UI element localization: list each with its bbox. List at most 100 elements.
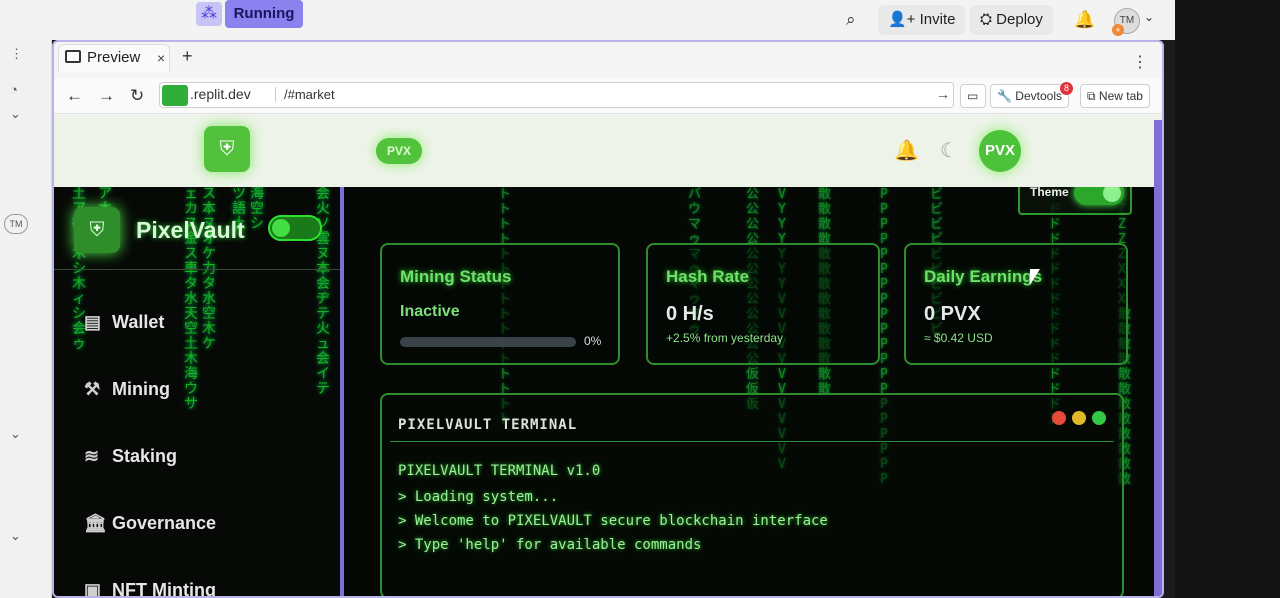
devtools-count-badge: 8 (1060, 82, 1073, 95)
sidebar-item-label: Wallet (112, 312, 165, 332)
terminal-panel[interactable]: PIXELVAULT TERMINAL PIXELVAULT TERMINAL … (380, 393, 1124, 596)
back-icon[interactable]: ← (66, 86, 83, 106)
matrix-rain: 海空シ (250, 187, 264, 232)
terminal-line: > Loading system... (398, 489, 559, 505)
url-path[interactable]: /#market (275, 87, 335, 102)
app-header: ⛨ PVX 🔔 ☾ PVX (54, 115, 1162, 187)
hash-rate-change: +2.5% from yesterday (666, 331, 784, 345)
hammer-icon: ⚒ (84, 379, 101, 399)
deploy-icon: ⛭ (980, 11, 997, 28)
forward-icon[interactable]: → (98, 86, 115, 106)
monitor-icon (65, 50, 81, 63)
tab-preview-label: Preview (87, 49, 141, 66)
tab-preview[interactable]: Preview × (58, 44, 170, 72)
monitor-bezel (1175, 0, 1280, 598)
sidebar-item-mining[interactable]: ⚒ Mining (84, 372, 324, 406)
sidebar-item-staking[interactable]: ≋ Staking (84, 439, 324, 473)
progress-percent: 0% (584, 334, 602, 348)
go-icon[interactable]: → (936, 86, 950, 102)
sidebar-item-nft-minting[interactable]: ▣ NFT Minting (84, 573, 324, 598)
card-title: Daily Earnings (924, 267, 1043, 286)
brand-name: PixelVault (136, 217, 245, 243)
url-host: .replit.dev (190, 86, 251, 102)
chevron-down-icon[interactable]: ⌄ (10, 426, 21, 442)
divider (54, 269, 340, 270)
devtools-button[interactable]: 🔧 Devtools (990, 84, 1069, 108)
app-body: 土ア社ト木シ木ィシ会ゥ ア木ア ェカス金ス車タ水天空土木海ウサ ス本ヌオケ力タ水… (54, 187, 1162, 598)
theme-toggle[interactable] (1074, 187, 1124, 205)
avatar-badge: + (1112, 24, 1124, 36)
new-tab-button[interactable]: ⧉ New tab (1080, 84, 1150, 108)
mining-status-card: Mining Status Inactive 0% (380, 243, 620, 365)
wallet-icon: ▤ (84, 312, 102, 332)
sidebar-item-label: Governance (112, 513, 217, 533)
host-chip (162, 85, 188, 106)
reload-icon[interactable]: ↻ (130, 86, 144, 106)
invite-label: Invite (919, 11, 956, 28)
deploy-button[interactable]: ⛭ Deploy (970, 5, 1053, 35)
minimize-dot-icon[interactable] (1072, 411, 1086, 425)
main-content: トトトトトトトトトトトトトトトト バウマゥマゥマゥマゥ 公公公公公公公公公公公公… (348, 187, 1162, 596)
more-icon[interactable]: ⋮ (1132, 52, 1148, 72)
moon-icon[interactable]: ☾ (940, 138, 958, 163)
earnings-value: 0 PVX (924, 303, 981, 325)
daily-earnings-card: Daily Earnings 0 PVX ≈ $0.42 USD (904, 243, 1128, 365)
replit-logo-icon[interactable]: ⁂ (196, 2, 222, 26)
gauge-icon[interactable]: ◔ (10, 82, 18, 97)
maximize-dot-icon[interactable] (1092, 411, 1106, 425)
pvx-pill[interactable]: PVX (376, 138, 422, 164)
preview-pane: Preview × + ⋮ ← → ↻ .replit.dev /#market… (52, 40, 1164, 598)
terminal-title: PIXELVAULT TERMINAL (398, 417, 578, 433)
wrench-icon: 🔧 (997, 89, 1012, 103)
sidebar-item-governance[interactable]: 🏛 Governance (84, 506, 324, 540)
theme-label: Theme (1030, 187, 1069, 199)
add-user-icon: 👤+ (888, 11, 920, 28)
external-link-icon: ⧉ (1087, 89, 1096, 103)
layers-icon: ≋ (84, 446, 100, 466)
scrollbar[interactable] (1154, 120, 1162, 596)
sidebar-item-label: NFT Minting (112, 580, 216, 598)
divider (390, 441, 1114, 442)
image-icon: ▣ (84, 580, 102, 598)
earnings-usd: ≈ $0.42 USD (924, 331, 993, 345)
chevron-down-icon[interactable]: ⌄ (1144, 10, 1154, 24)
add-tab-icon[interactable]: + (182, 46, 193, 67)
user-badge: TM (4, 214, 28, 234)
sidebar-item-label: Mining (112, 379, 170, 399)
chevron-down-icon[interactable]: ⌄ (10, 106, 21, 122)
run-button[interactable]: Running (225, 0, 303, 28)
ide-topbar: ⁂ Running ⌕ 👤+ Invite ⛭ Deploy 🔔 TM + ⌄ (0, 0, 1175, 40)
bell-icon[interactable]: 🔔 (894, 138, 919, 163)
terminal-line: > Welcome to PIXELVAULT secure blockchai… (398, 513, 828, 529)
screen-icon[interactable]: ▭ (960, 84, 986, 108)
hash-rate-value: 0 H/s (666, 303, 714, 325)
invite-button[interactable]: 👤+ Invite (878, 5, 966, 35)
theme-panel: Theme (1018, 187, 1132, 215)
card-title: Hash Rate (666, 267, 750, 286)
terminal-line: > Type 'help' for available commands (398, 537, 702, 553)
shield-icon[interactable]: ⛨ (74, 207, 120, 253)
hash-rate-card: Hash Rate 0 H/s +2.5% from yesterday (646, 243, 880, 365)
new-tab-label: New tab (1098, 89, 1143, 103)
shield-icon[interactable]: ⛨ (204, 126, 250, 172)
url-bar: ← → ↻ .replit.dev /#market → ▭ 🔧 Devtool… (54, 78, 1162, 114)
dots-icon[interactable]: ⋮ (10, 46, 23, 62)
card-title: Mining Status (400, 267, 512, 286)
search-icon[interactable]: ⌕ (846, 10, 856, 30)
ide-left-rail: ⋮ ◔ ⌄ TM ⌄ ⌄ (0, 40, 52, 598)
sidebar-item-wallet[interactable]: ▤ Wallet (84, 305, 324, 339)
mouse-cursor-icon (1030, 269, 1040, 285)
close-icon[interactable]: × (157, 45, 165, 71)
bell-icon[interactable]: 🔔 (1074, 10, 1095, 30)
deploy-label: Deploy (996, 11, 1043, 28)
terminal-line: PIXELVAULT TERMINAL v1.0 (398, 463, 601, 479)
url-field[interactable]: .replit.dev /#market → (159, 82, 954, 108)
mining-progress-bar (400, 337, 576, 347)
close-dot-icon[interactable] (1052, 411, 1066, 425)
pvx-avatar[interactable]: PVX (979, 130, 1021, 172)
sidebar-toggle[interactable] (268, 215, 322, 241)
bank-icon: 🏛 (84, 513, 107, 533)
chevron-down-icon[interactable]: ⌄ (10, 528, 21, 544)
devtools-label: Devtools (1015, 89, 1062, 103)
sidebar-item-label: Staking (112, 446, 178, 466)
